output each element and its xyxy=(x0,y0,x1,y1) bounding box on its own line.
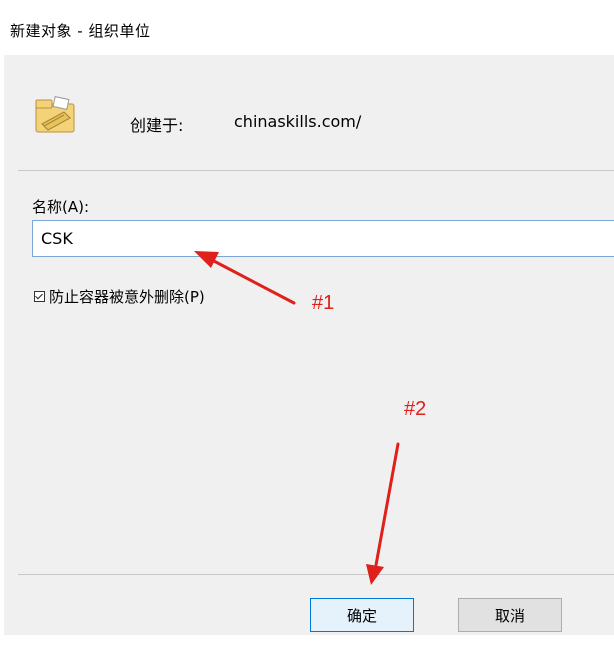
organizational-unit-folder-icon xyxy=(35,96,75,133)
bottom-divider xyxy=(18,574,614,575)
protect-from-deletion-label: 防止容器被意外删除(P) xyxy=(49,288,205,306)
name-input[interactable] xyxy=(32,220,614,257)
cancel-button[interactable]: 取消 xyxy=(458,598,562,632)
window-title: 新建对象 - 组织单位 xyxy=(10,22,151,40)
ok-button[interactable]: 确定 xyxy=(310,598,414,632)
dialog-body xyxy=(4,55,614,635)
protect-from-deletion-row[interactable]: 防止容器被意外删除(P) xyxy=(34,286,205,307)
top-divider xyxy=(18,170,614,171)
annotation-marker-2: #2 xyxy=(404,398,427,420)
protect-from-deletion-checkbox[interactable] xyxy=(34,291,45,302)
annotation-marker-1: #1 xyxy=(312,292,335,314)
created-in-label: 创建于: xyxy=(130,116,184,135)
name-label: 名称(A): xyxy=(32,198,90,216)
created-in-value: chinaskills.com/ xyxy=(234,112,362,131)
